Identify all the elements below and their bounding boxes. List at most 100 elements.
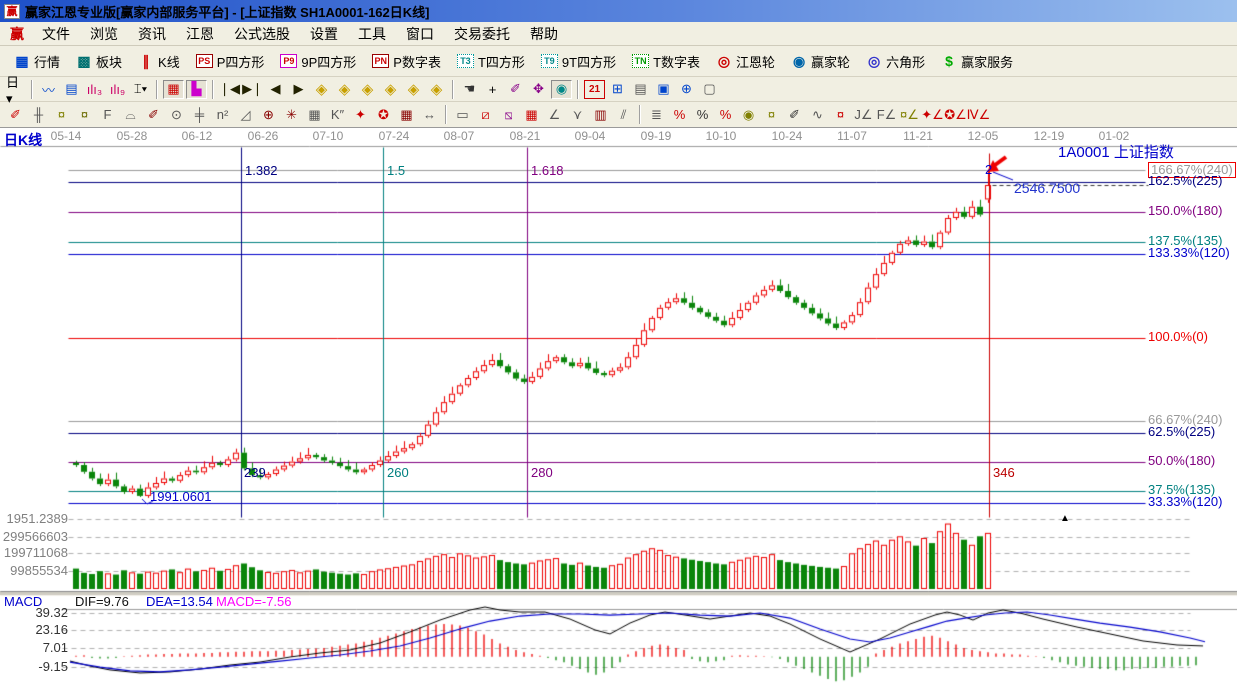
menu-item[interactable]: 设置 [300, 22, 348, 46]
toolbar-sectors-button[interactable]: ▩ 板块 [68, 49, 130, 74]
draw-f-grid-icon[interactable]: F [97, 105, 118, 124]
draw-ying-angle-icon[interactable]: ✪∠ [945, 105, 966, 124]
draw-star-icon[interactable]: ✳ [281, 105, 302, 124]
menu-item[interactable]: 公式选股 [224, 22, 300, 46]
calculator-icon[interactable]: ⊞ [607, 80, 628, 99]
draw-parallel-icon[interactable]: ⫽ [613, 105, 634, 124]
candle-style-dropdown[interactable]: ⌶▾ [130, 80, 151, 99]
draw-gann-grid-icon[interactable]: ╫ [28, 105, 49, 124]
chart-canvas[interactable] [0, 128, 1237, 685]
menu-item[interactable]: 浏览 [80, 22, 128, 46]
toolbar-t-square-button[interactable]: T3 T四方形 [449, 49, 533, 74]
draw-gold-angle-icon[interactable]: ¤∠ [899, 105, 920, 124]
draw-n-square-icon[interactable]: n² [212, 105, 233, 124]
analysis-toggle-icon[interactable]: ◉ [551, 80, 572, 99]
chart-3-icon[interactable]: ılı₃ [84, 80, 105, 99]
wizard-tool-icon[interactable]: ✥ [528, 80, 549, 99]
draw-measure-icon[interactable]: ≣ [646, 105, 667, 124]
draw-gold-grid2-icon[interactable]: ¤ [74, 105, 95, 124]
draw-v-line-icon[interactable]: ⋎ [567, 105, 588, 124]
gann-grid-toggle[interactable]: ▦ [163, 80, 184, 99]
menu-item[interactable]: 窗口 [396, 22, 444, 46]
draw-gold-red-icon[interactable]: ¤ [830, 105, 851, 124]
draw-box-icon[interactable]: ▦ [304, 105, 325, 124]
menu-item[interactable]: 工具 [348, 22, 396, 46]
toolbar-p-square-button[interactable]: PS P四方形 [188, 49, 273, 74]
draw-ying-grid-icon[interactable]: ✪ [373, 105, 394, 124]
calendar-icon[interactable]: 21 [584, 80, 605, 99]
volume-color-toggle[interactable]: ▙ [186, 80, 207, 99]
draw-f-angle-icon[interactable]: F∠ [876, 105, 897, 124]
toolbar-winner-service-button[interactable]: $ 赢家服务 [933, 49, 1021, 74]
v-shrink-diamond[interactable]: ◈ [426, 80, 447, 99]
toolbar-button-label: 9T四方形 [562, 52, 616, 71]
remote-service-icon[interactable]: ▢ [699, 80, 720, 99]
toolbar-button-label: T数字表 [653, 52, 700, 71]
draw-percent-slope-icon[interactable]: % [669, 105, 690, 124]
chart-9-icon[interactable]: ılı₉ [107, 80, 128, 99]
draw-shen-grid-icon[interactable]: ✦ [350, 105, 371, 124]
shift-right-diamond[interactable]: ◈ [334, 80, 355, 99]
draw-percent-icon[interactable]: % [692, 105, 713, 124]
draw-si-angle-icon[interactable]: Ⅳ∠ [968, 105, 989, 124]
draw-arc-icon[interactable]: ⌓ [120, 105, 141, 124]
toolbar-button-icon: PS [196, 54, 213, 68]
menu-item[interactable]: 交易委托 [444, 22, 520, 46]
draw-angle-icon[interactable]: ◿ [235, 105, 256, 124]
toolbar-quotes-button[interactable]: ▦ 行情 [6, 49, 68, 74]
trend-line-icon[interactable]: 〰 [38, 80, 59, 99]
h-shrink-diamond[interactable]: ◈ [380, 80, 401, 99]
toolbar-t-table-button[interactable]: TN T数字表 [624, 49, 708, 74]
toolbar-gann-wheel-button[interactable]: ◎ 江恩轮 [708, 49, 783, 74]
save-icon[interactable]: ▣ [653, 80, 674, 99]
draw-pen-icon[interactable]: ✐ [5, 105, 26, 124]
draw-j-angle-icon[interactable]: J∠ [853, 105, 874, 124]
toolbar-9t-square-button[interactable]: T9 9T四方形 [533, 49, 624, 74]
draw-width-measure-icon[interactable]: ↔ [419, 105, 440, 124]
draw-trend-angle-icon[interactable]: ∠ [544, 105, 565, 124]
draw-gold-grid-icon[interactable]: ¤ [51, 105, 72, 124]
menu-item[interactable]: 江恩 [176, 22, 224, 46]
draw-brush-icon[interactable]: ✐ [143, 105, 164, 124]
pointer-tool-icon[interactable]: ✐ [505, 80, 526, 99]
shift-left-diamond[interactable]: ◈ [311, 80, 332, 99]
toolbar-kline-button[interactable]: ∥ K线 [130, 49, 188, 74]
draw-number-grid-icon[interactable]: ▦ [396, 105, 417, 124]
draw-time-cycle-icon[interactable]: ⊙ [166, 105, 187, 124]
toolbar-9p-square-button[interactable]: P9 9P四方形 [272, 49, 364, 74]
notes-icon[interactable]: ▤ [630, 80, 651, 99]
draw-fan-icon[interactable]: ⧄ [475, 105, 496, 124]
menu-item[interactable]: 文件 [32, 22, 80, 46]
hand-tool-icon[interactable]: ☚ [459, 80, 480, 99]
first-page-button[interactable]: ❘◀ [219, 80, 240, 99]
h-expand-diamond[interactable]: ◈ [357, 80, 378, 99]
toolbar-button-label: K线 [158, 52, 180, 71]
toolbar-hexagon-button[interactable]: ◎ 六角形 [858, 49, 933, 74]
draw-wave-icon[interactable]: ∿ [807, 105, 828, 124]
last-page-button[interactable]: ▶❘ [242, 80, 263, 99]
prev-page-button[interactable]: ◀ [265, 80, 286, 99]
draw-grid-icon[interactable]: ╪ [189, 105, 210, 124]
period-day-dropdown[interactable]: 日▾ [5, 80, 26, 99]
draw-grid-a-icon[interactable]: ▥ [590, 105, 611, 124]
menu-items: 文件浏览资讯江恩公式选股设置工具窗口交易委托帮助 [32, 22, 568, 46]
menu-item[interactable]: 帮助 [520, 22, 568, 46]
toolbar-p-table-button[interactable]: PN P数字表 [364, 49, 449, 74]
draw-shen-angle-icon[interactable]: ✦∠ [922, 105, 943, 124]
draw-k-mark-icon[interactable]: K″ [327, 105, 348, 124]
next-page-button[interactable]: ▶ [288, 80, 309, 99]
menu-item[interactable]: 资讯 [128, 22, 176, 46]
draw-gold-line-icon[interactable]: ¤ [761, 105, 782, 124]
watchlist-icon[interactable]: ▤ [61, 80, 82, 99]
draw-fan-box-icon[interactable]: ⧅ [498, 105, 519, 124]
draw-rect-icon[interactable]: ▭ [452, 105, 473, 124]
crosshair-tool-icon[interactable]: + [482, 80, 503, 99]
draw-marker-icon[interactable]: ✐ [784, 105, 805, 124]
v-expand-diamond[interactable]: ◈ [403, 80, 424, 99]
draw-compass-icon[interactable]: ⊕ [258, 105, 279, 124]
web-update-icon[interactable]: ⊕ [676, 80, 697, 99]
draw-percent-line-icon[interactable]: % [715, 105, 736, 124]
toolbar-winner-wheel-button[interactable]: ◉ 赢家轮 [783, 49, 858, 74]
draw-price-box-icon[interactable]: ▦ [521, 105, 542, 124]
draw-gold-circle-icon[interactable]: ◉ [738, 105, 759, 124]
